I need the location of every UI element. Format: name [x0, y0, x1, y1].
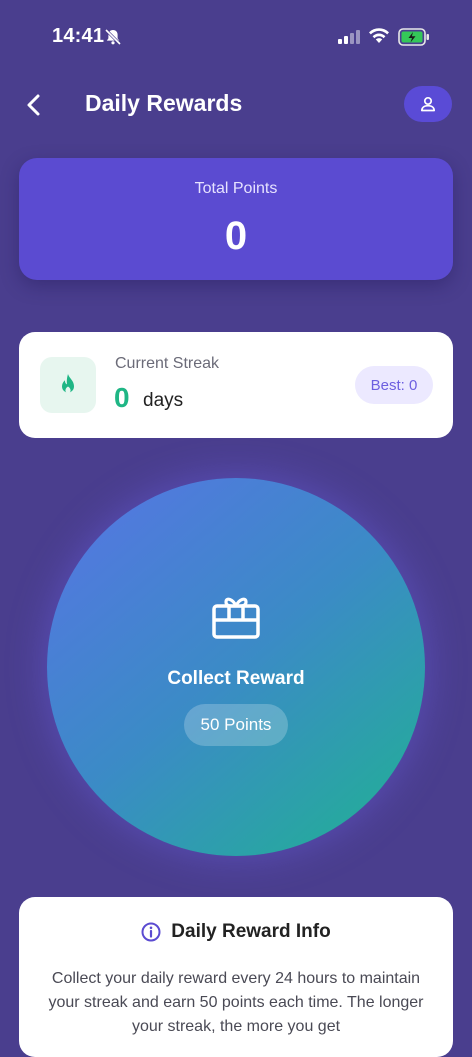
battery-icon	[398, 28, 429, 46]
total-points-value: 0	[224, 214, 248, 258]
total-points-card: Total Points 0	[19, 158, 453, 280]
reward-info-card: Daily Reward Info Collect your daily rew…	[19, 897, 453, 1057]
best-streak-badge: Best: 0	[355, 366, 433, 404]
info-icon	[141, 922, 161, 942]
page-title: Daily Rewards	[85, 90, 243, 116]
reward-points-pill: 50 Points	[184, 704, 288, 746]
info-title: Daily Reward Info	[171, 921, 331, 942]
streak-unit: days	[143, 390, 184, 411]
info-body: Collect your daily reward every 24 hours…	[48, 970, 424, 1035]
signal-icon	[338, 30, 360, 44]
gift-icon	[212, 597, 260, 639]
streak-value: 0	[114, 382, 130, 413]
back-chevron-icon[interactable]	[22, 92, 48, 118]
info-header: Daily Reward Info	[19, 921, 453, 943]
profile-button[interactable]	[404, 86, 452, 122]
status-bar: 14:41	[0, 0, 472, 74]
user-icon	[420, 96, 436, 112]
status-time: 14:41	[52, 25, 105, 47]
total-points-label: Total Points	[194, 180, 278, 197]
collect-reward-label: Collect Reward	[167, 668, 305, 689]
streak-label: Current Streak	[115, 355, 220, 372]
collect-reward-button[interactable]: Collect Reward 50 Points	[47, 478, 425, 856]
flame-icon	[62, 374, 74, 394]
streak-card: Current Streak 0 days Best: 0	[19, 332, 453, 438]
flame-badge	[40, 357, 96, 413]
bell-slash-icon	[104, 28, 122, 46]
wifi-icon	[369, 28, 389, 43]
